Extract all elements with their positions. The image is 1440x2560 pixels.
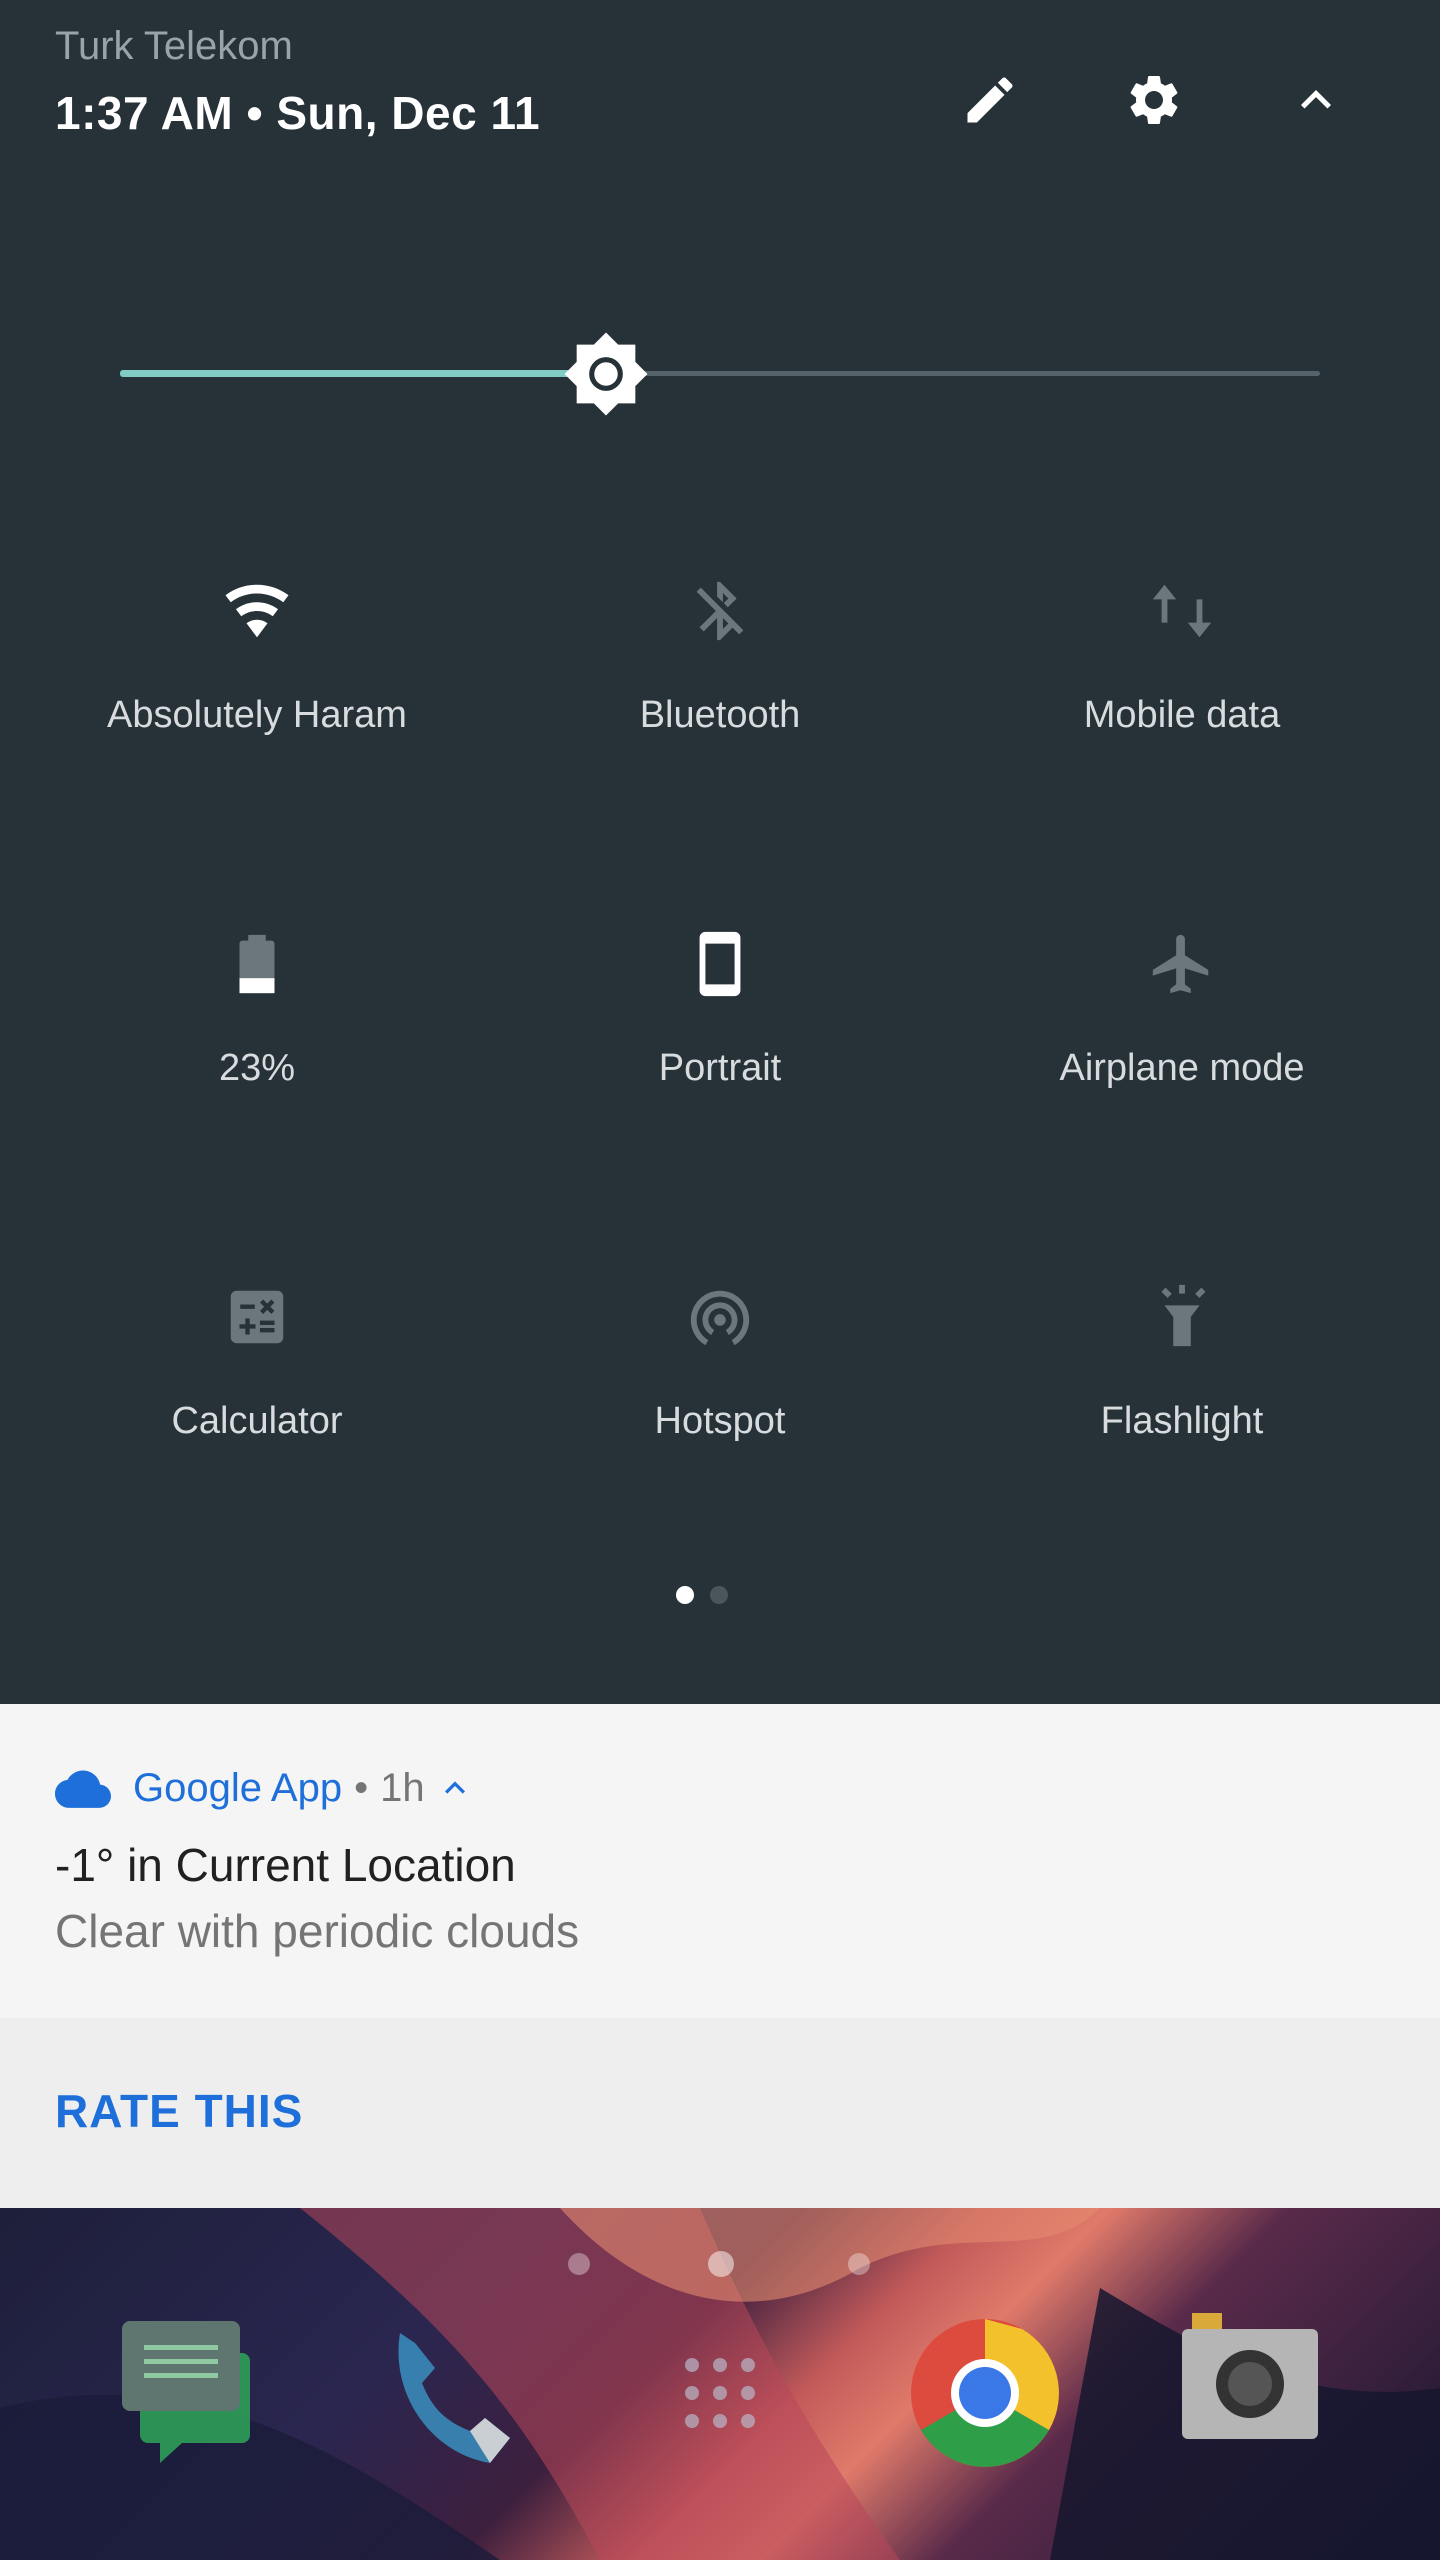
rate-this-button[interactable]: RATE THIS bbox=[55, 2084, 303, 2138]
home-page-dot bbox=[568, 2253, 590, 2275]
tile-airplane[interactable]: Airplane mode bbox=[962, 929, 1402, 1189]
tile-mobile-data[interactable]: Mobile data bbox=[962, 576, 1402, 836]
mobile-data-icon bbox=[1147, 576, 1217, 646]
collapse-button[interactable] bbox=[1268, 52, 1364, 148]
portrait-phone-icon bbox=[685, 929, 755, 999]
notification-text: Clear with periodic clouds bbox=[55, 1905, 580, 1957]
brightness-slider[interactable] bbox=[120, 332, 1320, 416]
calculator-icon bbox=[222, 1282, 292, 1352]
tile-flashlight[interactable]: Flashlight bbox=[962, 1282, 1402, 1542]
quick-settings-panel: Turk Telekom 1:37 AM • Sun, Dec 11 Absol… bbox=[0, 0, 1440, 1704]
page-indicator bbox=[676, 1586, 766, 1606]
separator-dot: • bbox=[354, 1765, 369, 1810]
date-time: 1:37 AM • Sun, Dec 11 bbox=[55, 87, 541, 139]
app-name: Google App bbox=[133, 1765, 343, 1810]
battery-icon bbox=[222, 929, 292, 999]
tile-hotspot[interactable]: Hotspot bbox=[500, 1282, 940, 1542]
pencil-icon bbox=[967, 77, 1013, 123]
tile-label: Bluetooth bbox=[639, 694, 801, 736]
tile-label: Hotspot bbox=[654, 1400, 786, 1442]
flashlight-icon bbox=[1147, 1282, 1217, 1352]
chevron-up-icon bbox=[1301, 90, 1331, 109]
home-page-dot-active bbox=[708, 2251, 734, 2277]
cloud-icon bbox=[55, 1770, 111, 1808]
chrome-icon[interactable] bbox=[905, 2313, 1065, 2473]
app-drawer-icon[interactable] bbox=[640, 2313, 800, 2473]
carrier-name: Turk Telekom bbox=[55, 24, 293, 68]
home-page-dot bbox=[848, 2253, 870, 2275]
tile-label: Calculator bbox=[171, 1400, 343, 1442]
brightness-fill bbox=[120, 370, 606, 377]
phone-icon[interactable] bbox=[380, 2313, 540, 2473]
messages-icon[interactable] bbox=[110, 2313, 270, 2473]
tile-label: Portrait bbox=[658, 1047, 782, 1089]
tile-label: Flashlight bbox=[1100, 1400, 1264, 1442]
hotspot-icon bbox=[685, 1282, 755, 1352]
notification-header: Google App • 1h bbox=[55, 1758, 475, 1818]
tile-rotation[interactable]: Portrait bbox=[500, 929, 940, 1189]
settings-button[interactable] bbox=[1106, 52, 1202, 148]
bluetooth-off-icon bbox=[685, 576, 755, 646]
tile-calculator[interactable]: Calculator bbox=[37, 1282, 477, 1542]
airplane-icon bbox=[1147, 929, 1217, 999]
notification-title: -1° in Current Location bbox=[55, 1839, 516, 1891]
notification-actions: RATE THIS bbox=[0, 2018, 1440, 2208]
tile-label: Airplane mode bbox=[1059, 1047, 1305, 1089]
chevron-up-icon[interactable] bbox=[435, 1768, 475, 1808]
tile-wifi[interactable]: Absolutely Haram bbox=[37, 576, 477, 836]
tile-bluetooth[interactable]: Bluetooth bbox=[500, 576, 940, 836]
tile-label: 23% bbox=[218, 1047, 296, 1089]
camera-icon[interactable] bbox=[1170, 2313, 1330, 2473]
tile-label: Absolutely Haram bbox=[107, 694, 407, 736]
tile-battery[interactable]: 23% bbox=[37, 929, 477, 1189]
wifi-icon bbox=[222, 576, 292, 646]
edit-button[interactable] bbox=[942, 52, 1038, 148]
page-dot-active[interactable] bbox=[676, 1586, 694, 1604]
gear-icon bbox=[1130, 75, 1178, 124]
notification-time: 1h bbox=[380, 1765, 425, 1810]
weather-notification[interactable]: Google App • 1h -1° in Current Location … bbox=[0, 1704, 1440, 2018]
page-dot[interactable] bbox=[710, 1586, 728, 1604]
brightness-icon[interactable] bbox=[562, 330, 650, 418]
tile-label: Mobile data bbox=[1083, 694, 1281, 736]
home-screen-wallpaper bbox=[0, 2208, 1440, 2560]
